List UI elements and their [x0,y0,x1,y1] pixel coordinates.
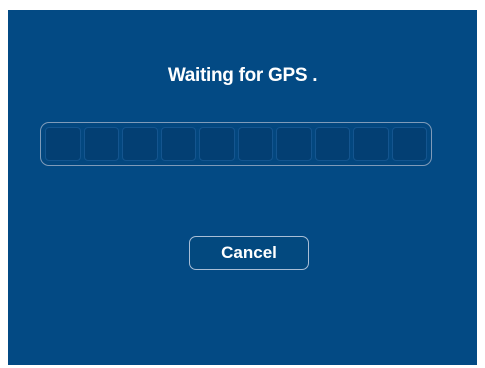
progress-segment [237,127,273,161]
cancel-button[interactable]: Cancel [189,236,309,270]
gps-wait-dialog: Waiting for GPS . Cancel [8,10,477,365]
status-title: Waiting for GPS . [167,65,318,86]
progress-segment [83,127,119,161]
progress-segment [122,127,158,161]
progress-segment [160,127,196,161]
progress-segment [276,127,312,161]
progress-segment [45,127,81,161]
progress-segment [391,127,427,161]
progress-segment [353,127,389,161]
gps-progress-bar [40,122,432,166]
progress-segment [314,127,350,161]
progress-segment [199,127,235,161]
